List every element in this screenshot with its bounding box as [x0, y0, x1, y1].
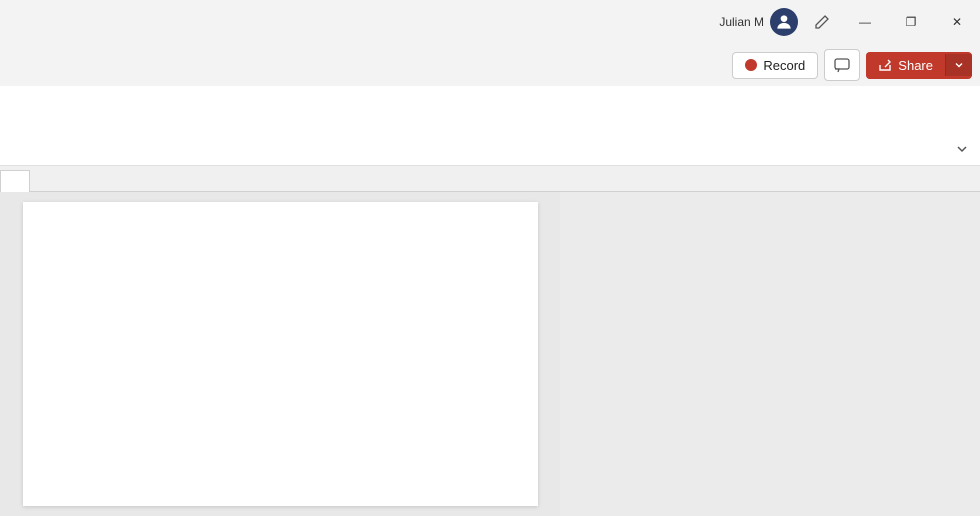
- record-dot-icon: [745, 59, 757, 71]
- slide-panel: [0, 192, 560, 516]
- chevron-down-icon: [955, 142, 969, 156]
- pen-icon-button[interactable]: [806, 6, 838, 38]
- user-name-label: Julian M: [719, 15, 764, 29]
- comment-icon: [834, 57, 850, 73]
- share-main-button[interactable]: Share: [866, 52, 945, 79]
- toolbar-actions: Record Share: [732, 49, 972, 81]
- user-info: Julian M: [719, 8, 798, 36]
- notes-panel: [560, 192, 980, 516]
- share-dropdown-button[interactable]: [945, 54, 972, 76]
- window-controls: — ❐ ✕: [842, 0, 980, 44]
- share-icon: [878, 58, 892, 72]
- main-content: [0, 192, 980, 516]
- tab-bar: [0, 166, 980, 192]
- close-button[interactable]: ✕: [934, 0, 980, 44]
- ribbon-collapse-button[interactable]: [950, 137, 974, 161]
- title-bar: Julian M — ❐ ✕: [0, 0, 980, 44]
- maximize-button[interactable]: ❐: [888, 0, 934, 44]
- share-label: Share: [898, 58, 933, 73]
- ribbon: [0, 86, 980, 166]
- record-button[interactable]: Record: [732, 52, 818, 79]
- toolbar: Record Share: [0, 44, 980, 86]
- share-button-group: Share: [866, 52, 972, 79]
- minimize-button[interactable]: —: [842, 0, 888, 44]
- avatar[interactable]: [770, 8, 798, 36]
- tab-slides[interactable]: [0, 170, 30, 192]
- chevron-down-icon: [954, 60, 964, 70]
- record-label: Record: [763, 58, 805, 73]
- title-bar-icons: [806, 6, 838, 38]
- comment-button[interactable]: [824, 49, 860, 81]
- slide-canvas: [23, 202, 538, 506]
